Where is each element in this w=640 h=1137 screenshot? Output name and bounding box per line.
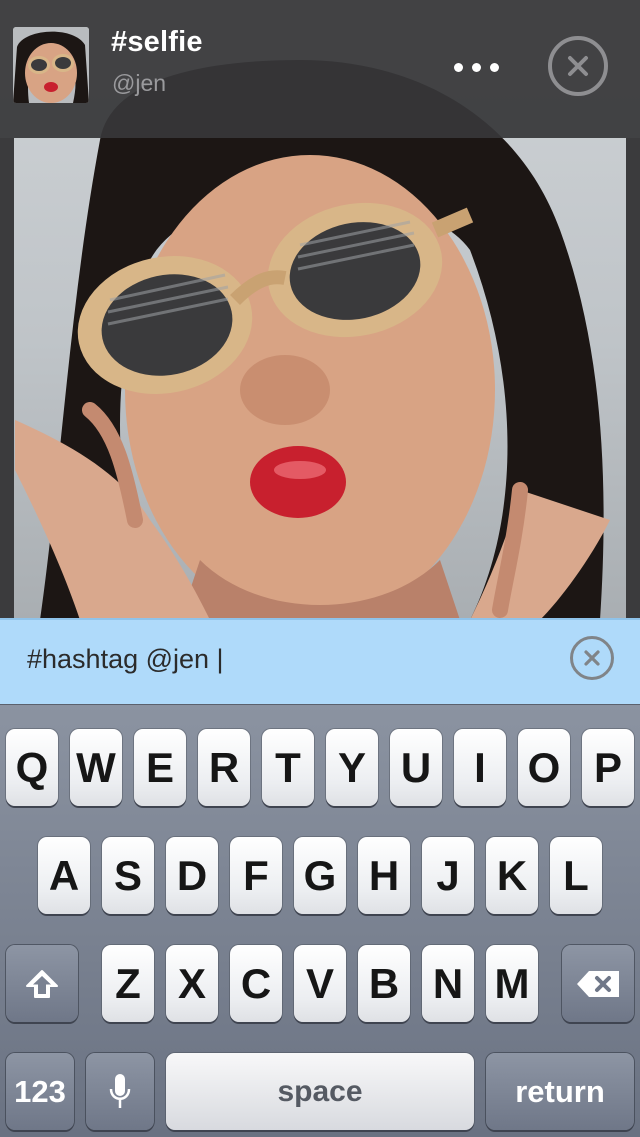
key-i[interactable]: I — [454, 729, 506, 806]
key-j[interactable]: J — [422, 837, 474, 914]
more-icon — [453, 62, 463, 72]
backspace-key[interactable] — [562, 945, 634, 1022]
more-icon-dot — [489, 62, 499, 72]
photo-border-left — [0, 138, 14, 620]
key-o[interactable]: O — [518, 729, 570, 806]
dictation-key[interactable] — [86, 1053, 154, 1130]
numbers-key[interactable]: 123 — [6, 1053, 74, 1130]
key-c[interactable]: C — [230, 945, 282, 1022]
key-t[interactable]: T — [262, 729, 314, 806]
key-q[interactable]: Q — [6, 729, 58, 806]
key-a[interactable]: A — [38, 837, 90, 914]
close-button[interactable] — [548, 36, 608, 96]
key-y[interactable]: Y — [326, 729, 378, 806]
key-b[interactable]: B — [358, 945, 410, 1022]
key-l[interactable]: L — [550, 837, 602, 914]
key-w[interactable]: W — [70, 729, 122, 806]
more-icon-dot — [471, 62, 481, 72]
microphone-icon — [109, 1073, 131, 1108]
more-button[interactable] — [445, 50, 507, 84]
shift-icon — [26, 969, 58, 998]
key-u[interactable]: U — [390, 729, 442, 806]
key-d[interactable]: D — [166, 837, 218, 914]
clear-input-button[interactable] — [570, 636, 614, 680]
key-e[interactable]: E — [134, 729, 186, 806]
return-key[interactable]: return — [486, 1053, 634, 1130]
key-s[interactable]: S — [102, 837, 154, 914]
key-z[interactable]: Z — [102, 945, 154, 1022]
avatar[interactable] — [13, 27, 89, 103]
space-key[interactable]: space — [166, 1053, 474, 1130]
key-f[interactable]: F — [230, 837, 282, 914]
backspace-icon — [577, 970, 619, 997]
key-r[interactable]: R — [198, 729, 250, 806]
post-header: #selfie @jen — [0, 0, 640, 138]
shift-key[interactable] — [6, 945, 78, 1022]
key-g[interactable]: G — [294, 837, 346, 914]
avatar-image — [13, 27, 89, 103]
key-m[interactable]: M — [486, 945, 538, 1022]
key-h[interactable]: H — [358, 837, 410, 914]
keyboard: Q W E R T Y U I O P A S D F G H J K L Z … — [0, 704, 640, 1137]
user-handle[interactable]: @jen — [112, 70, 166, 97]
close-icon — [568, 56, 588, 76]
key-k[interactable]: K — [486, 837, 538, 914]
clear-icon — [584, 650, 600, 666]
key-v[interactable]: V — [294, 945, 346, 1022]
photo-border-right — [626, 138, 640, 620]
key-x[interactable]: X — [166, 945, 218, 1022]
key-n[interactable]: N — [422, 945, 474, 1022]
key-p[interactable]: P — [582, 729, 634, 806]
post-title[interactable]: #selfie — [111, 26, 203, 59]
comment-input[interactable]: #hashtag @jen | — [27, 644, 224, 675]
comment-input-bar[interactable]: #hashtag @jen | — [0, 618, 640, 704]
